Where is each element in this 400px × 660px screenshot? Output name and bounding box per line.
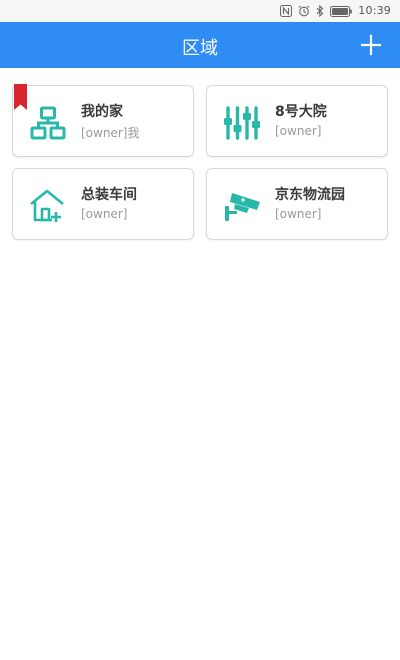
alarm-icon bbox=[298, 5, 310, 17]
bluetooth-icon bbox=[316, 5, 324, 17]
battery-icon bbox=[330, 5, 352, 17]
area-owner: [owner] bbox=[275, 207, 322, 221]
area-owner: [owner] bbox=[275, 124, 322, 138]
area-name: 我的家 bbox=[81, 104, 123, 120]
area-name: 总装车间 bbox=[81, 187, 137, 203]
status-bar: 10:39 bbox=[0, 0, 400, 22]
add-area-button[interactable] bbox=[360, 34, 382, 56]
bookmark-ribbon-icon bbox=[14, 84, 27, 110]
area-card-my-home[interactable]: 我的家 [owner]我 bbox=[12, 84, 194, 157]
area-owner: [owner]我 bbox=[81, 126, 140, 140]
status-time: 10:39 bbox=[358, 4, 391, 17]
nfc-icon bbox=[280, 5, 292, 17]
house-add-icon bbox=[29, 187, 67, 225]
area-card-jd-logistics-park[interactable]: 京东物流园 [owner] bbox=[206, 168, 388, 240]
page-title: 区域 bbox=[182, 38, 218, 59]
area-card-assembly-workshop[interactable]: 总装车间 [owner] bbox=[12, 168, 194, 240]
app-bar: 区域 bbox=[0, 22, 400, 68]
area-card-compound-8[interactable]: 8号大院 [owner] bbox=[206, 85, 388, 157]
area-name: 京东物流园 bbox=[275, 187, 345, 203]
area-owner: [owner] bbox=[81, 207, 128, 221]
plus-icon bbox=[360, 34, 382, 56]
network-icon bbox=[29, 104, 67, 142]
camera-icon bbox=[223, 187, 261, 225]
status-icons bbox=[280, 5, 352, 17]
area-name: 8号大院 bbox=[275, 104, 327, 120]
sliders-icon bbox=[223, 104, 261, 142]
